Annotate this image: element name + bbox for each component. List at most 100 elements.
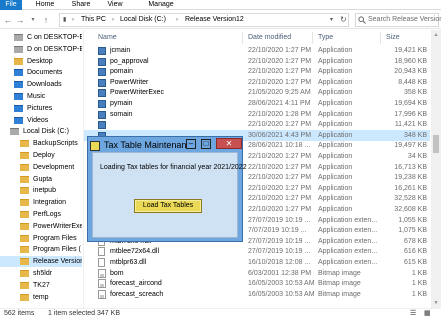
forward-icon[interactable]: →: [14, 14, 26, 26]
tab-view[interactable]: View: [104, 0, 126, 10]
nav-item[interactable]: Integration: [0, 197, 82, 208]
breadcrumb-this-pc[interactable]: This PC: [81, 14, 106, 26]
search-box[interactable]: Search Release Version12: [355, 13, 441, 27]
file-type: Application: [318, 163, 353, 171]
refresh-icon[interactable]: ↻: [340, 14, 347, 26]
nav-item[interactable]: Release Version: [0, 256, 82, 268]
nav-item-label: C on DESKTOP-E: [27, 34, 82, 41]
nav-item[interactable]: BackupScripts: [0, 138, 82, 149]
nav-item-label: Videos: [27, 116, 49, 124]
dll-file-icon: [98, 247, 105, 257]
file-row[interactable]: pomain 22/10/2020 1:27 PM Application 20,94…: [84, 66, 430, 77]
file-size: 11,421 KB: [394, 121, 427, 129]
column-divider[interactable]: [242, 32, 243, 44]
nav-item[interactable]: Music: [0, 91, 82, 102]
column-header-size[interactable]: Size: [386, 32, 400, 44]
nav-item[interactable]: Program Files (: [0, 244, 82, 255]
large-icons-view-icon[interactable]: ▦: [424, 309, 431, 318]
breadcrumb-local-disk[interactable]: Local Disk (C:): [120, 14, 166, 26]
nav-item[interactable]: Local Disk (C:): [0, 126, 82, 137]
file-row[interactable]: jcmain 22/10/2020 1:27 PM Application 19,42…: [84, 45, 430, 56]
file-row[interactable]: somain 22/10/2020 1:28 PM Application 17,99…: [84, 109, 430, 120]
nav-item[interactable]: TK27: [0, 280, 82, 291]
dialog-client-area: Loading Tax tables for financial year 20…: [92, 152, 247, 238]
vertical-scrollbar[interactable]: ▲ ▼: [431, 30, 441, 308]
close-button[interactable]: ✕: [216, 138, 242, 149]
tab-share[interactable]: Share: [70, 0, 92, 10]
load-tax-tables-button[interactable]: Load Tax Tables: [134, 199, 202, 213]
nav-item[interactable]: PerfLogs: [0, 209, 82, 220]
tab-manage[interactable]: Manage: [145, 0, 177, 10]
folder-icon: [20, 258, 29, 266]
column-divider[interactable]: [380, 32, 381, 44]
nav-item-label: BackupScripts: [33, 140, 78, 148]
nav-item[interactable]: Downloads: [0, 79, 82, 90]
column-header-type[interactable]: Type: [318, 32, 333, 44]
nav-item[interactable]: temp: [0, 292, 82, 303]
minimize-button[interactable]: –: [186, 139, 196, 149]
maximize-button[interactable]: □: [201, 139, 211, 149]
search-input[interactable]: Search Release Version12: [368, 14, 441, 26]
chevron-right-icon: ›: [112, 17, 114, 23]
file-date: 22/10/2020 1:27 PM: [248, 57, 312, 65]
address-bar[interactable]: ▮ › This PC › Local Disk (C:) › Release …: [59, 13, 349, 27]
file-row[interactable]: PowerWriter 22/10/2020 1:27 PM Application…: [84, 77, 430, 88]
nav-item[interactable]: Videos: [0, 115, 82, 126]
column-divider[interactable]: [312, 32, 313, 44]
navigation-pane[interactable]: C on DESKTOP-E D on DESKTOP-E Desktop Docum…: [0, 30, 82, 308]
folder-icon: ▮: [63, 17, 67, 23]
file-row[interactable]: 22/10/2020 1:27 PM Application 11,421 KB: [84, 119, 430, 130]
nav-item[interactable]: Gupta: [0, 174, 82, 185]
nav-item-label: TK27: [33, 281, 50, 289]
up-icon[interactable]: ↑: [40, 14, 52, 26]
file-row[interactable]: pymain 28/06/2021 4:11 PM Application 19,69…: [84, 98, 430, 109]
file-date: 16/05/2003 10:53 AM: [248, 280, 315, 288]
status-bar: 562 items 1 item selected 347 KB ☰ ▦: [0, 308, 441, 318]
nav-item[interactable]: Program Files: [0, 233, 82, 244]
file-size: 34 KB: [407, 153, 427, 160]
back-icon[interactable]: ←: [2, 14, 14, 26]
details-view-icon[interactable]: ☰: [410, 309, 416, 318]
file-type: Application: [318, 121, 353, 129]
file-row[interactable]: PowerWriterExec 21/05/2020 9:25 AM Applica…: [84, 87, 430, 98]
nav-item[interactable]: inetpub: [0, 185, 82, 196]
file-row[interactable]: mtblee72x64.dll 27/07/2019 10:19 ... Appli…: [84, 246, 430, 257]
nav-item-label: Development: [33, 163, 75, 171]
tab-file[interactable]: File: [0, 0, 22, 10]
file-row[interactable]: forecast_screach 16/05/2003 10:53 AM Bitma…: [84, 289, 430, 300]
recent-locations-icon[interactable]: ▾: [27, 14, 39, 26]
file-type: Application: [318, 153, 353, 160]
nav-item-label: Release Version: [33, 258, 82, 266]
file-type: Application: [318, 68, 353, 76]
file-row[interactable]: mtblpr63.dll 16/10/2018 12:08 ... Applicat…: [84, 257, 430, 268]
loading-message: Loading Tax tables for financial year 20…: [100, 164, 247, 171]
nav-item-label: D on DESKTOP-E: [27, 45, 82, 53]
nav-item[interactable]: D on DESKTOP-E: [0, 44, 82, 55]
scroll-down-icon[interactable]: ▼: [431, 298, 441, 308]
breadcrumb-release-version12[interactable]: Release Version12: [185, 14, 244, 26]
chevron-down-icon[interactable]: ▾: [330, 14, 333, 26]
nav-item[interactable]: Pictures: [0, 103, 82, 114]
downloads-icon: [14, 81, 23, 89]
nav-item[interactable]: sh5ldr: [0, 268, 82, 279]
scroll-up-icon[interactable]: ▲: [431, 30, 441, 40]
file-row[interactable]: po_approval 22/10/2020 1:27 PM Application…: [84, 56, 430, 67]
tab-home[interactable]: Home: [34, 0, 56, 10]
file-type: Application: [318, 78, 353, 86]
file-date: 22/10/2020 1:27 PM: [248, 68, 312, 76]
scroll-thumb[interactable]: [433, 135, 439, 153]
column-header-name[interactable]: Name: [98, 32, 117, 44]
nav-item[interactable]: PowerWriterExe: [0, 221, 82, 232]
nav-item[interactable]: Documents: [0, 67, 82, 78]
nav-item[interactable]: Development: [0, 162, 82, 173]
status-item-count: 562 items: [4, 310, 35, 317]
file-row[interactable]: bom 6/03/2001 12:38 PM Bitmap image 1 KB: [84, 268, 430, 279]
nav-item[interactable]: Deploy: [0, 150, 82, 161]
file-row[interactable]: forecast_aircond 16/05/2003 10:53 AM Bitma…: [84, 278, 430, 289]
column-header-date[interactable]: Date modified: [248, 32, 291, 44]
videos-icon: [14, 116, 23, 124]
file-size: 348 KB: [404, 131, 427, 139]
nav-item[interactable]: C on DESKTOP-E: [0, 32, 82, 43]
nav-item-label: Program Files (: [33, 246, 81, 254]
nav-item[interactable]: Desktop: [0, 56, 82, 67]
